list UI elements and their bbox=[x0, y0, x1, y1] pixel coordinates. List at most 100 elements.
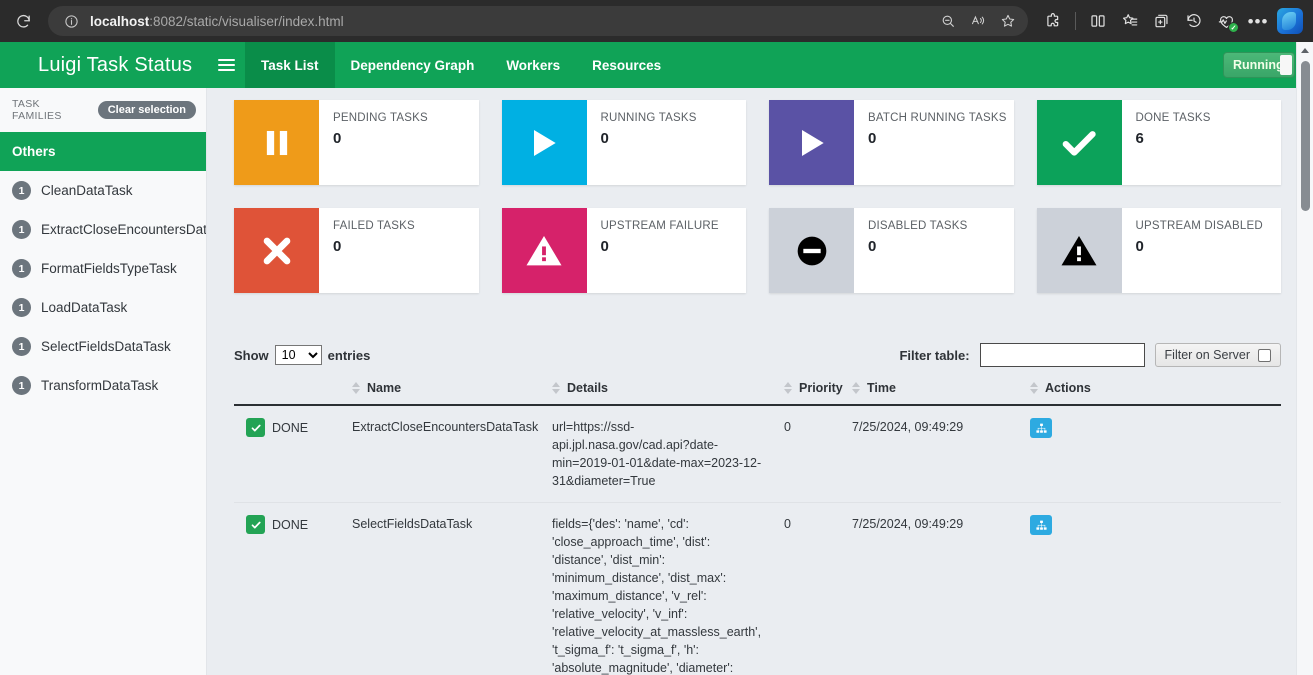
card-label: FAILED TASKS bbox=[333, 220, 415, 232]
table-header-row: Name Details Priority Time Actions bbox=[234, 381, 1281, 406]
card-failed-tasks[interactable]: FAILED TASKS 0 bbox=[234, 208, 479, 293]
card-value: 0 bbox=[868, 238, 877, 255]
favorites-list-icon[interactable] bbox=[1115, 6, 1145, 36]
card-value: 0 bbox=[333, 130, 342, 147]
info-icon[interactable] bbox=[60, 10, 82, 32]
card-label: RUNNING TASKS bbox=[600, 112, 697, 124]
address-bar-path: :8082/static/visualiser/index.html bbox=[149, 13, 344, 29]
hamburger-menu-icon[interactable] bbox=[207, 42, 245, 88]
task-count-badge: 1 bbox=[12, 259, 31, 278]
show-label: Show bbox=[234, 347, 269, 363]
warning-triangle-icon bbox=[1036, 208, 1122, 293]
table-row[interactable]: DONE ExtractCloseEncountersDataTask url=… bbox=[234, 405, 1281, 503]
th-label: Time bbox=[867, 381, 896, 395]
page-size-control: Show 102550100 entries bbox=[234, 345, 370, 365]
th-priority[interactable]: Priority bbox=[784, 381, 852, 406]
table-row[interactable]: DONE SelectFieldsDataTask fields={'des':… bbox=[234, 502, 1281, 675]
cell-actions bbox=[1030, 502, 1281, 675]
address-bar[interactable]: localhost:8082/static/visualiser/index.h… bbox=[48, 6, 1028, 36]
sort-icon[interactable] bbox=[1030, 382, 1038, 394]
card-label: UPSTREAM FAILURE bbox=[600, 220, 719, 232]
filter-on-server-checkbox[interactable] bbox=[1258, 348, 1271, 362]
browser-actions: ✓ ••• bbox=[1038, 6, 1305, 36]
th-status[interactable] bbox=[234, 381, 352, 406]
cell-time: 7/25/2024, 09:49:29 bbox=[852, 502, 1030, 675]
cell-status: DONE bbox=[234, 405, 352, 503]
sidebar-item-transformdatatask[interactable]: 1 TransformDataTask bbox=[0, 366, 206, 405]
task-count-badge: 1 bbox=[12, 337, 31, 356]
sidebar-item-label: FormatFieldsTypeTask bbox=[41, 261, 177, 276]
sidebar-item-formatfieldstypetask[interactable]: 1 FormatFieldsTypeTask bbox=[0, 249, 206, 288]
sidebar-item-label: CleanDataTask bbox=[41, 183, 133, 198]
th-time[interactable]: Time bbox=[852, 381, 1030, 406]
dependency-graph-icon[interactable] bbox=[1030, 515, 1052, 535]
card-label: BATCH RUNNING TASKS bbox=[868, 112, 1007, 124]
sidebar-item-label: LoadDataTask bbox=[41, 300, 128, 315]
card-running-tasks[interactable]: RUNNING TASKS 0 bbox=[501, 100, 746, 185]
card-upstream-failure[interactable]: UPSTREAM FAILURE 0 bbox=[501, 208, 746, 293]
clear-selection-button[interactable]: Clear selection bbox=[97, 101, 196, 119]
status-badge: DONE bbox=[272, 517, 309, 532]
cell-priority: 0 bbox=[784, 405, 852, 503]
tab-dependency-graph[interactable]: Dependency Graph bbox=[335, 42, 491, 88]
sidebar-item-loaddatatask[interactable]: 1 LoadDataTask bbox=[0, 288, 206, 327]
running-toggle-label: Running bbox=[1233, 58, 1284, 72]
sidebar-item-extractcloseencountersdatatask[interactable]: 1 ExtractCloseEncountersDataTa bbox=[0, 210, 206, 249]
scroll-up-icon[interactable] bbox=[1301, 42, 1309, 59]
entries-label: entries bbox=[327, 347, 371, 363]
card-value: 0 bbox=[333, 238, 342, 255]
browser-essentials-icon[interactable]: ✓ bbox=[1211, 6, 1241, 36]
th-label: Name bbox=[367, 381, 402, 395]
task-table-body: DONE ExtractCloseEncountersDataTask url=… bbox=[234, 405, 1281, 675]
copilot-icon[interactable] bbox=[1275, 6, 1305, 36]
dependency-graph-icon[interactable] bbox=[1030, 418, 1052, 438]
zoom-out-icon[interactable] bbox=[934, 8, 962, 34]
card-done-tasks[interactable]: DONE TASKS 6 bbox=[1036, 100, 1281, 185]
cell-status: DONE bbox=[234, 502, 352, 675]
card-upstream-disabled[interactable]: UPSTREAM DISABLED 0 bbox=[1036, 208, 1281, 293]
table-controls: Show 102550100 entries Filter table: Fil… bbox=[234, 343, 1281, 367]
reload-icon[interactable] bbox=[8, 6, 38, 36]
filter-input[interactable] bbox=[979, 343, 1145, 367]
done-check-icon bbox=[246, 418, 265, 437]
sidebar-item-cleandatatask[interactable]: 1 CleanDataTask bbox=[0, 171, 206, 210]
collections-icon[interactable] bbox=[1147, 6, 1177, 36]
sort-icon[interactable] bbox=[784, 382, 792, 394]
card-pending-tasks[interactable]: PENDING TASKS 0 bbox=[234, 100, 479, 185]
card-disabled-tasks[interactable]: DISABLED TASKS 0 bbox=[769, 208, 1014, 293]
filter-on-server-button[interactable]: Filter on Server bbox=[1154, 343, 1281, 367]
running-toggle[interactable]: Running bbox=[1223, 52, 1295, 78]
read-aloud-icon[interactable] bbox=[964, 8, 992, 34]
pause-icon bbox=[234, 100, 319, 185]
cell-time: 7/25/2024, 09:49:29 bbox=[852, 405, 1030, 503]
sort-icon[interactable] bbox=[552, 382, 560, 394]
extensions-icon[interactable] bbox=[1038, 6, 1068, 36]
task-table: Name Details Priority Time Actions DONE … bbox=[234, 381, 1281, 675]
tab-task-list[interactable]: Task List bbox=[245, 42, 335, 88]
page-scrollbar[interactable] bbox=[1296, 42, 1313, 675]
card-value: 0 bbox=[1135, 238, 1144, 255]
settings-more-icon[interactable]: ••• bbox=[1243, 6, 1273, 36]
th-name[interactable]: Name bbox=[352, 381, 552, 406]
sort-icon[interactable] bbox=[352, 382, 360, 394]
tab-resources[interactable]: Resources bbox=[576, 42, 677, 88]
page-size-select[interactable]: 102550100 bbox=[274, 345, 322, 365]
main-content: PENDING TASKS 0 RUNNING TASKS 0 BATCH RU… bbox=[207, 88, 1313, 675]
cell-priority: 0 bbox=[784, 502, 852, 675]
sidebar-item-selectfieldsdatatask[interactable]: 1 SelectFieldsDataTask bbox=[0, 327, 206, 366]
filter-on-server-label: Filter on Server bbox=[1164, 348, 1250, 362]
split-screen-icon[interactable] bbox=[1083, 6, 1113, 36]
card-batch-running-tasks[interactable]: BATCH RUNNING TASKS 0 bbox=[769, 100, 1014, 185]
history-icon[interactable] bbox=[1179, 6, 1209, 36]
task-count-badge: 1 bbox=[12, 220, 31, 239]
task-table-head: Name Details Priority Time Actions bbox=[234, 381, 1281, 406]
sidebar: TASK FAMILIES Clear selection Others 1 C… bbox=[0, 88, 207, 675]
th-details[interactable]: Details bbox=[552, 381, 784, 406]
sidebar-item-label: Others bbox=[12, 144, 56, 159]
sidebar-item-others[interactable]: Others bbox=[0, 132, 206, 171]
favorite-star-icon[interactable] bbox=[994, 8, 1022, 34]
sort-icon[interactable] bbox=[852, 382, 860, 394]
scrollbar-thumb[interactable] bbox=[1300, 61, 1310, 211]
th-actions[interactable]: Actions bbox=[1030, 381, 1281, 406]
tab-workers[interactable]: Workers bbox=[490, 42, 576, 88]
